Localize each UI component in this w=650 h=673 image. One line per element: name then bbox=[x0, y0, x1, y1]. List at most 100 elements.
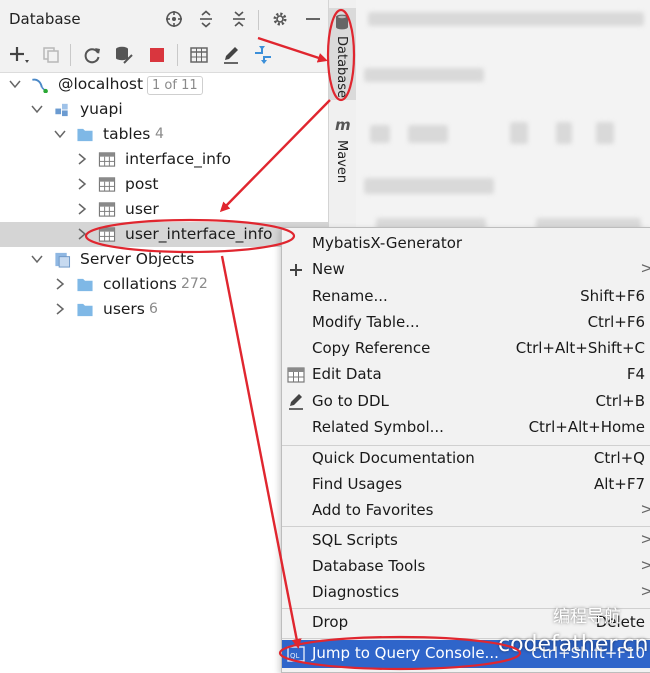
toolbar-separator bbox=[70, 44, 71, 66]
menu-item-shortcut: Shift+F6 bbox=[580, 287, 645, 305]
watermark-site: codefather.cn bbox=[498, 632, 649, 657]
expand-all-icon[interactable] bbox=[195, 8, 217, 30]
mysql-datasource-icon bbox=[32, 78, 48, 93]
watermark-cn: 编程导航 bbox=[553, 607, 621, 627]
tab-maven-label: Maven bbox=[334, 140, 349, 184]
copy-icon[interactable] bbox=[40, 44, 62, 66]
menu-item-label: Drop bbox=[312, 613, 349, 631]
chevron-right-icon[interactable] bbox=[75, 202, 89, 216]
menu-item-label: Quick Documentation bbox=[312, 449, 475, 467]
menu-item-new[interactable]: New > bbox=[282, 257, 650, 283]
menu-item-quick-documentation[interactable]: Quick Documentation Ctrl+Q bbox=[282, 446, 650, 472]
chevron-down-icon[interactable] bbox=[30, 102, 44, 116]
tree-row-table[interactable]: interface_info bbox=[0, 147, 328, 172]
database-icon bbox=[336, 14, 348, 30]
submenu-arrow-icon: > bbox=[640, 582, 650, 600]
table-icon bbox=[98, 227, 116, 242]
tree-count: 272 bbox=[181, 276, 208, 292]
chevron-right-icon[interactable] bbox=[75, 227, 89, 241]
tree-label: @localhost bbox=[58, 75, 144, 93]
tree-label: collations bbox=[103, 275, 177, 293]
menu-item-modify-table[interactable]: Modify Table... Ctrl+F6 bbox=[282, 310, 650, 336]
menu-item-label: Add to Favorites bbox=[312, 501, 434, 519]
tree-label: yuapi bbox=[80, 100, 123, 118]
chevron-down-icon[interactable] bbox=[30, 252, 44, 266]
plus-icon bbox=[290, 264, 302, 276]
tree-row-server-objects[interactable]: Server Objects bbox=[0, 247, 328, 272]
schema-icon[interactable] bbox=[113, 44, 135, 66]
menu-item-label: Database Tools bbox=[312, 557, 426, 575]
crosshair-icon[interactable] bbox=[163, 8, 185, 30]
menu-item-add-to-favorites[interactable]: Add to Favorites > bbox=[282, 498, 650, 524]
menu-item-label: Edit Data bbox=[312, 365, 382, 383]
menu-item-shortcut: Ctrl+Q bbox=[593, 449, 645, 467]
database-tool-window: Database @localhost 1 of 11 yuapi tables… bbox=[0, 0, 328, 671]
tree-row-users[interactable]: users 6 bbox=[0, 297, 328, 322]
tree-count: 6 bbox=[149, 301, 158, 317]
menu-item-label: Diagnostics bbox=[312, 583, 400, 601]
submenu-arrow-icon: > bbox=[640, 259, 650, 277]
submenu-arrow-icon: > bbox=[640, 556, 650, 574]
table-icon[interactable] bbox=[188, 44, 210, 66]
menu-item-label: Jump to Query Console... bbox=[312, 644, 499, 662]
menu-item-database-tools[interactable]: Database Tools > bbox=[282, 554, 650, 580]
tree-label: user bbox=[125, 200, 159, 218]
tree-row-yuapi[interactable]: yuapi bbox=[0, 97, 328, 122]
menu-item-go-to-ddl[interactable]: Go to DDL Ctrl+B bbox=[282, 389, 650, 415]
chevron-right-icon[interactable] bbox=[53, 302, 67, 316]
menu-item-shortcut: Ctrl+Alt+Shift+C bbox=[515, 339, 645, 357]
maven-icon: m bbox=[335, 116, 351, 134]
tree-row-localhost[interactable]: @localhost 1 of 11 bbox=[0, 72, 328, 97]
tree-label: Server Objects bbox=[80, 250, 195, 268]
tree-row-collations[interactable]: collations 272 bbox=[0, 272, 328, 297]
tab-database[interactable]: Database bbox=[329, 8, 356, 100]
menu-item-rename[interactable]: Rename... Shift+F6 bbox=[282, 284, 650, 310]
tree-row-table[interactable]: user bbox=[0, 197, 328, 222]
jump-icon[interactable] bbox=[252, 44, 274, 66]
chevron-down-icon[interactable] bbox=[53, 127, 67, 141]
tree-count: 4 bbox=[155, 126, 164, 142]
menu-item-label: Rename... bbox=[312, 287, 388, 305]
folder-icon bbox=[77, 128, 93, 142]
table-icon bbox=[287, 367, 305, 383]
menu-item-edit-data[interactable]: Edit Data F4 bbox=[282, 362, 650, 388]
tree-row-table[interactable]: post bbox=[0, 172, 328, 197]
table-icon bbox=[98, 202, 116, 217]
tree-row-table-selected[interactable]: user_interface_info bbox=[0, 222, 328, 247]
gear-icon[interactable] bbox=[269, 8, 291, 30]
menu-item-related-symbol[interactable]: Related Symbol... Ctrl+Alt+Home bbox=[282, 415, 650, 441]
chevron-down-icon[interactable] bbox=[8, 77, 22, 91]
schema-count-badge[interactable]: 1 of 11 bbox=[147, 76, 203, 95]
query-console-icon: QL bbox=[287, 646, 305, 662]
menu-item-label: MybatisX-Generator bbox=[312, 234, 463, 252]
menu-separator bbox=[282, 526, 650, 527]
menu-item-label: Modify Table... bbox=[312, 313, 420, 331]
tree-label: users bbox=[103, 300, 145, 318]
minimize-icon[interactable] bbox=[302, 8, 324, 30]
folder-icon bbox=[77, 303, 93, 317]
collapse-all-icon[interactable] bbox=[228, 8, 250, 30]
chevron-right-icon[interactable] bbox=[75, 152, 89, 166]
tree-label: tables bbox=[103, 125, 151, 143]
schema-icon bbox=[55, 103, 68, 117]
tab-maven[interactable]: m Maven bbox=[329, 112, 356, 192]
tab-database-label: Database bbox=[334, 36, 349, 99]
tree-row-tables[interactable]: tables 4 bbox=[0, 122, 328, 147]
server-objects-icon bbox=[55, 252, 71, 268]
add-icon[interactable] bbox=[8, 44, 30, 66]
menu-item-find-usages[interactable]: Find Usages Alt+F7 bbox=[282, 472, 650, 498]
menu-item-copy-reference[interactable]: Copy Reference Ctrl+Alt+Shift+C bbox=[282, 336, 650, 362]
refresh-icon[interactable] bbox=[81, 44, 103, 66]
menu-item-shortcut: Alt+F7 bbox=[593, 475, 645, 493]
menu-item-sql-scripts[interactable]: SQL Scripts > bbox=[282, 528, 650, 554]
menu-item-shortcut: Ctrl+F6 bbox=[587, 313, 645, 331]
menu-item-mybatisx-generator[interactable]: MybatisX-Generator bbox=[282, 231, 650, 257]
stop-icon[interactable] bbox=[146, 44, 168, 66]
menu-item-shortcut: F4 bbox=[626, 365, 645, 383]
chevron-right-icon[interactable] bbox=[75, 177, 89, 191]
table-icon bbox=[98, 152, 116, 167]
chevron-right-icon[interactable] bbox=[53, 277, 67, 291]
edit-icon[interactable] bbox=[220, 44, 242, 66]
tool-window-title: Database bbox=[9, 10, 81, 28]
toolbar-separator bbox=[177, 44, 178, 66]
